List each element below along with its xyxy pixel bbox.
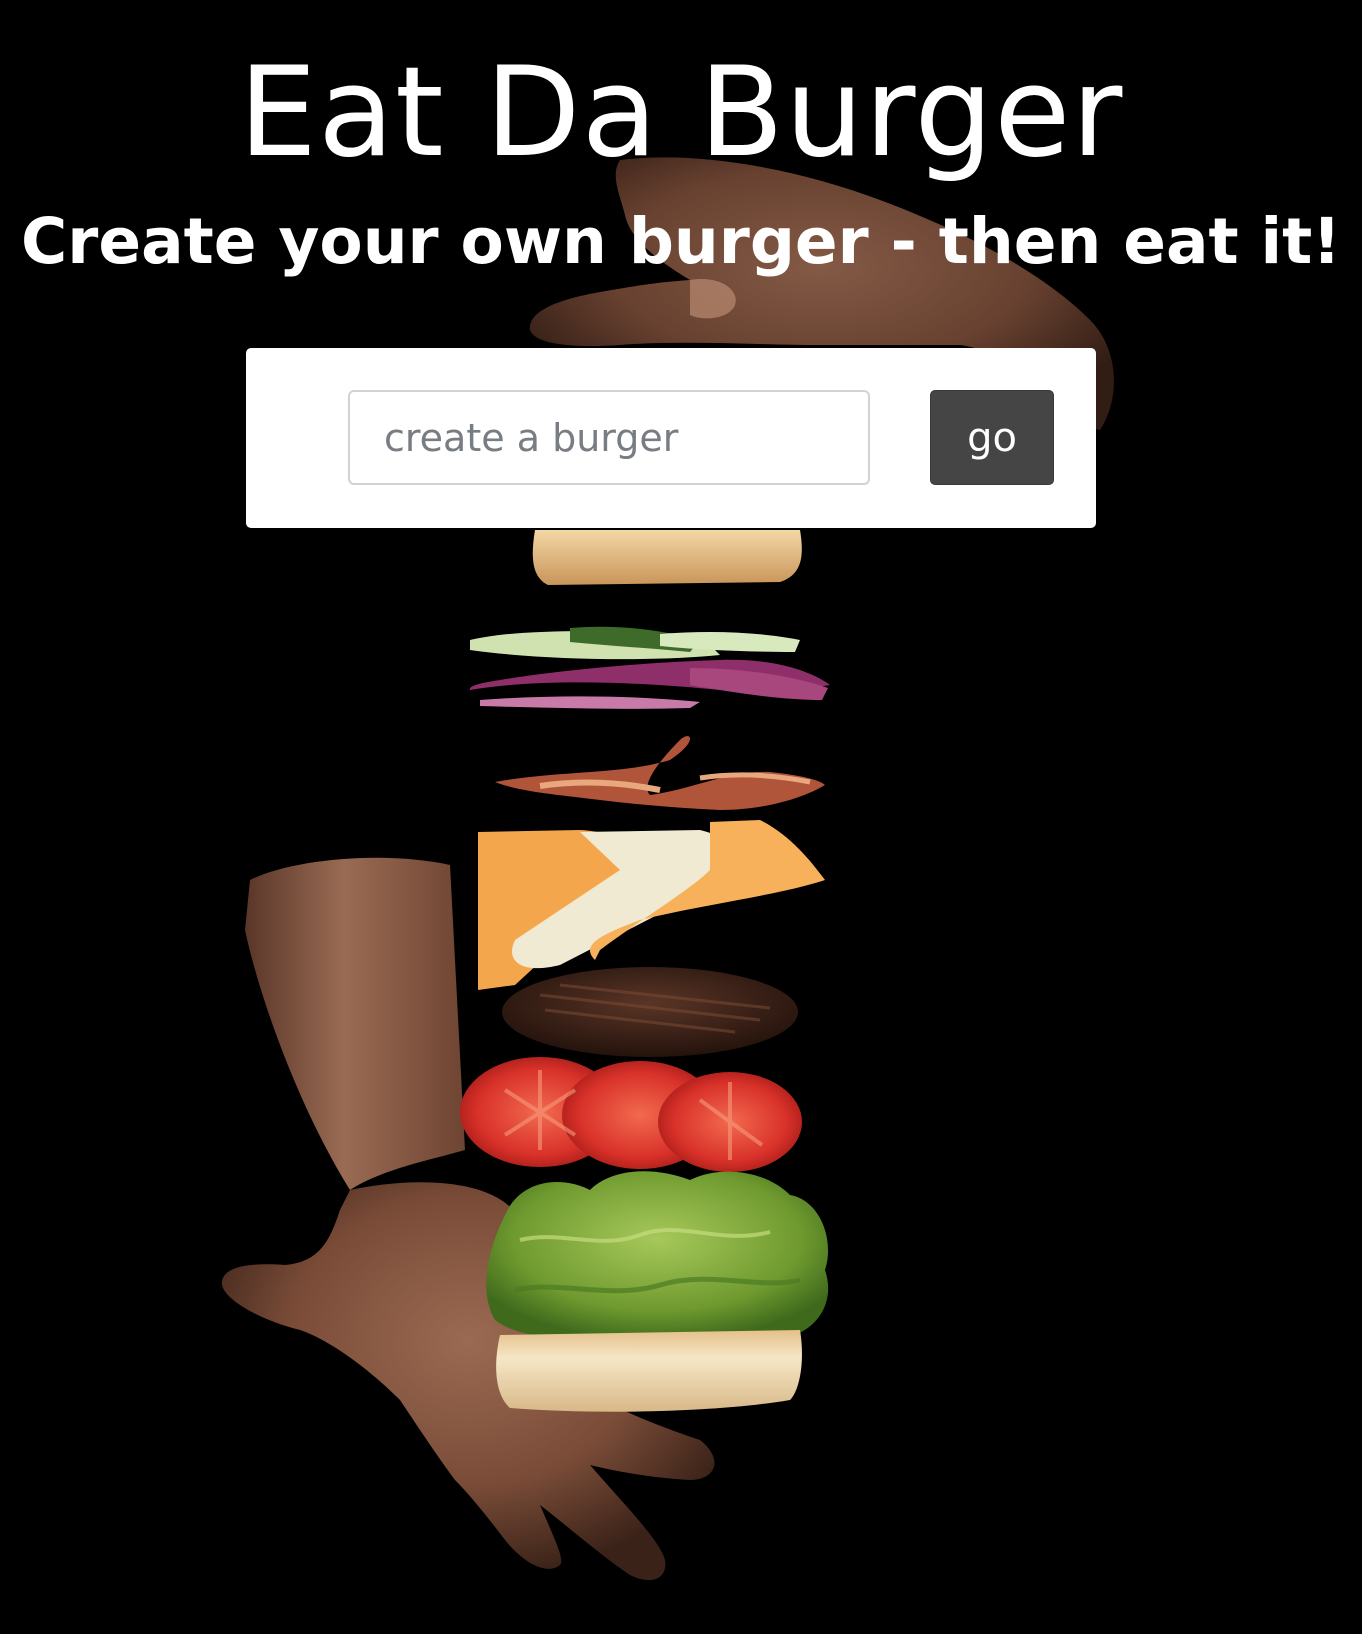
page-subtitle: Create your own burger - then eat it! (21, 205, 1341, 278)
page-title: Eat Da Burger (238, 41, 1124, 185)
burger-name-input[interactable] (348, 390, 870, 485)
go-button[interactable]: go (930, 390, 1054, 485)
create-burger-form: go (246, 348, 1096, 528)
